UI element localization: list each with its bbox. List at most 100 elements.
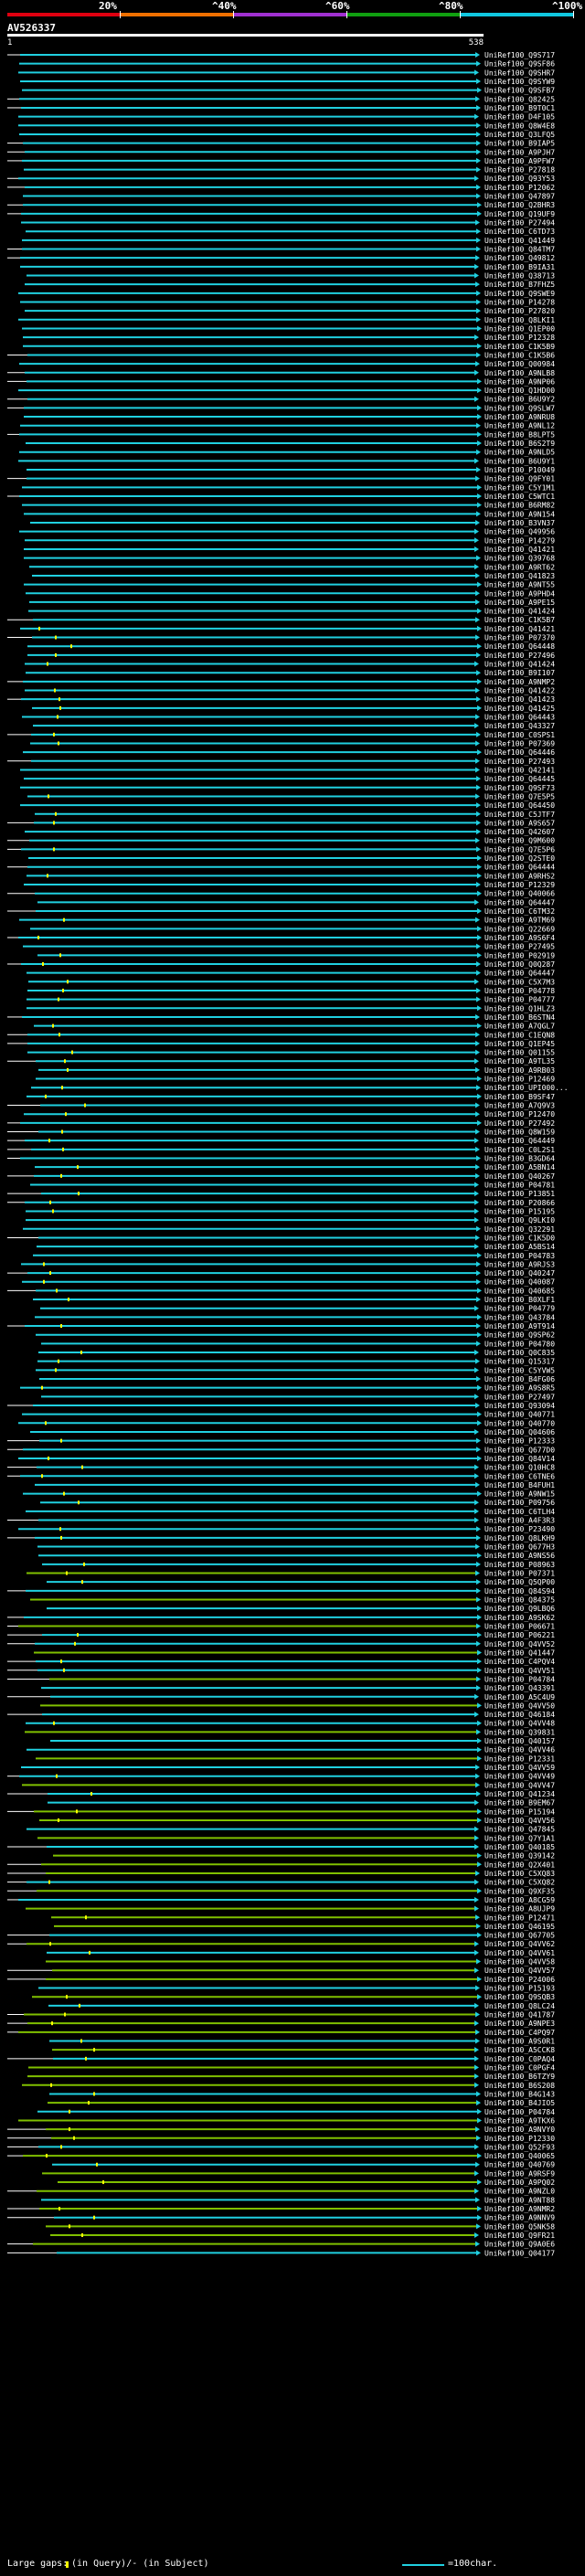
hit-label[interactable]: UniRef100_Q9SFB7	[484, 87, 555, 95]
hit-label[interactable]: UniRef100_Q15317	[484, 1358, 555, 1366]
hit-label[interactable]: UniRef100_Q22669	[484, 925, 555, 933]
hit-label[interactable]: UniRef100_Q64450	[484, 801, 555, 810]
hit-label[interactable]: UniRef100_Q00984	[484, 360, 555, 368]
hit-label[interactable]: UniRef100_Q9XF35	[484, 1887, 555, 1895]
hit-label[interactable]: UniRef100_A9NVY0	[484, 2125, 555, 2134]
hit-label[interactable]: UniRef100_A9N154	[484, 510, 555, 518]
hit-label[interactable]: UniRef100_A9NLB8	[484, 369, 555, 377]
hit-label[interactable]: UniRef100_Q47845	[484, 1826, 555, 1834]
hit-label[interactable]: UniRef100_P23490	[484, 1525, 555, 1533]
hit-label[interactable]: UniRef100_Q93Y53	[484, 175, 555, 183]
hit-label[interactable]: UniRef100_Q4VV50	[484, 1701, 555, 1710]
hit-label[interactable]: UniRef100_Q9SHR7	[484, 69, 555, 77]
hit-label[interactable]: UniRef100_P15194	[484, 1807, 555, 1816]
hit-label[interactable]: UniRef100_P24006	[484, 1976, 555, 1984]
hit-label[interactable]: UniRef100_A9RSF9	[484, 2169, 555, 2178]
hit-label[interactable]: UniRef100_Q43784	[484, 1313, 555, 1321]
hit-label[interactable]: UniRef100_Q64449	[484, 1137, 555, 1145]
hit-label[interactable]: UniRef100_P27494	[484, 219, 555, 228]
hit-label[interactable]: UniRef100_Q43391	[484, 1684, 555, 1692]
hit-label[interactable]: UniRef100_Q42141	[484, 766, 555, 774]
hit-label[interactable]: UniRef100_A9NL12	[484, 422, 555, 430]
hit-label[interactable]: UniRef100_B9T0C1	[484, 104, 555, 112]
hit-label[interactable]: UniRef100_Q84TM7	[484, 246, 555, 254]
hit-label[interactable]: UniRef100_B9IA31	[484, 263, 555, 271]
hit-label[interactable]: UniRef100_C5X7M3	[484, 978, 555, 986]
hit-label[interactable]: UniRef100_C4PQV4	[484, 1658, 555, 1666]
hit-label[interactable]: UniRef100_B6RM82	[484, 502, 555, 510]
hit-label[interactable]: UniRef100_Q32291	[484, 1225, 555, 1234]
hit-label[interactable]: UniRef100_Q4VV62	[484, 1940, 555, 1948]
hit-label[interactable]: UniRef100_P04777	[484, 996, 555, 1004]
hit-label[interactable]: UniRef100_Q46184	[484, 1711, 555, 1719]
hit-label[interactable]: UniRef100_A9RT62	[484, 563, 555, 571]
hit-label[interactable]: UniRef100_Q677H3	[484, 1543, 555, 1552]
hit-label[interactable]: UniRef100_Q9SYW9	[484, 78, 555, 86]
hit-label[interactable]: UniRef100_Q49812	[484, 254, 555, 262]
hit-label[interactable]: UniRef100_Q39831	[484, 1728, 555, 1736]
hit-label[interactable]: UniRef100_D4F105	[484, 113, 555, 122]
hit-label[interactable]: UniRef100_Q67705	[484, 1932, 555, 1940]
hit-label[interactable]: UniRef100_A4F3R3	[484, 1517, 555, 1525]
hit-label[interactable]: UniRef100_Q64445	[484, 775, 555, 783]
hit-label[interactable]: UniRef100_UPI000...	[484, 1084, 569, 1092]
hit-label[interactable]: UniRef100_Q4VV59	[484, 1764, 555, 1772]
hit-label[interactable]: UniRef100_A9PFW7	[484, 157, 555, 165]
hit-label[interactable]: UniRef100_Q8W159	[484, 1129, 555, 1137]
hit-label[interactable]: UniRef100_Q9SP62	[484, 1331, 555, 1340]
hit-label[interactable]: UniRef100_A5BN14	[484, 1163, 555, 1171]
hit-label[interactable]: UniRef100_P04778	[484, 987, 555, 995]
hit-label[interactable]: UniRef100_C0PAQ4	[484, 2055, 555, 2063]
hit-label[interactable]: UniRef100_Q9SWE9	[484, 290, 555, 298]
hit-label[interactable]: UniRef100_A9NMP2	[484, 678, 555, 686]
hit-label[interactable]: UniRef100_Q677D0	[484, 1446, 555, 1454]
hit-label[interactable]: UniRef100_P27492	[484, 1119, 555, 1128]
hit-label[interactable]: UniRef100_A9NPE3	[484, 2019, 555, 2028]
hit-label[interactable]: UniRef100_Q0Q287	[484, 960, 555, 969]
hit-label[interactable]: UniRef100_C5XQ83	[484, 1870, 555, 1878]
hit-label[interactable]: UniRef100_P04783	[484, 1252, 555, 1260]
hit-label[interactable]: UniRef100_Q64447	[484, 970, 555, 978]
hit-label[interactable]: UniRef100_Q4VV57	[484, 1966, 555, 1975]
hit-label[interactable]: UniRef100_A7Q9V3	[484, 1102, 555, 1110]
hit-label[interactable]: UniRef100_C1EQN8	[484, 1031, 555, 1039]
hit-label[interactable]: UniRef100_Q4VV58	[484, 1958, 555, 1966]
hit-label[interactable]: UniRef100_A7QGL7	[484, 1023, 555, 1031]
hit-label[interactable]: UniRef100_Q2STE0	[484, 854, 555, 863]
hit-label[interactable]: UniRef100_Q4VV49	[484, 1773, 555, 1781]
hit-label[interactable]: UniRef100_Q84375	[484, 1596, 555, 1605]
hit-label[interactable]: UniRef100_Q40066	[484, 890, 555, 898]
hit-label[interactable]: UniRef100_Q9FR21	[484, 2231, 555, 2240]
hit-label[interactable]: UniRef100_Q5QP00	[484, 1578, 555, 1586]
hit-label[interactable]: UniRef100_A9PHD4	[484, 589, 555, 598]
hit-label[interactable]: UniRef100_Q52F93	[484, 2143, 555, 2151]
hit-label[interactable]: UniRef100_A9NS56	[484, 1552, 555, 1560]
hit-label[interactable]: UniRef100_Q64448	[484, 642, 555, 651]
hit-label[interactable]: UniRef100_C6TLH4	[484, 1508, 555, 1516]
hit-label[interactable]: UniRef100_P27497	[484, 1393, 555, 1401]
hit-label[interactable]: UniRef100_Q4VV51	[484, 1667, 555, 1675]
hit-label[interactable]: UniRef100_Q1EP00	[484, 324, 555, 333]
hit-label[interactable]: UniRef100_Q0C835	[484, 1349, 555, 1357]
hit-label[interactable]: UniRef100_Q64444	[484, 864, 555, 872]
hit-label[interactable]: UniRef100_Q01155	[484, 1049, 555, 1057]
hit-label[interactable]: UniRef100_A9TL35	[484, 1057, 555, 1065]
hit-label[interactable]: UniRef100_Q38713	[484, 272, 555, 281]
hit-label[interactable]: UniRef100_P04780	[484, 1340, 555, 1348]
hit-label[interactable]: UniRef100_Q04177	[484, 2249, 555, 2257]
hit-label[interactable]: UniRef100_B6S2T9	[484, 440, 555, 448]
hit-label[interactable]: UniRef100_Q41424	[484, 608, 555, 616]
hit-label[interactable]: UniRef100_P14279	[484, 536, 555, 545]
hit-label[interactable]: UniRef100_P12471	[484, 1913, 555, 1922]
hit-label[interactable]: UniRef100_B3VN37	[484, 519, 555, 527]
hit-label[interactable]: UniRef100_A9S657	[484, 819, 555, 827]
hit-label[interactable]: UniRef100_Q10HC8	[484, 1464, 555, 1472]
hit-label[interactable]: UniRef100_C6TM32	[484, 907, 555, 916]
hit-label[interactable]: UniRef100_Q47897	[484, 193, 555, 201]
hit-label[interactable]: UniRef100_Q40769	[484, 2161, 555, 2169]
hit-label[interactable]: UniRef100_Q9A0E6	[484, 2241, 555, 2249]
hit-label[interactable]: UniRef100_A9TM69	[484, 917, 555, 925]
hit-label[interactable]: UniRef100_A9NT55	[484, 581, 555, 589]
hit-label[interactable]: UniRef100_Q40770	[484, 1419, 555, 1427]
hit-label[interactable]: UniRef100_Q2BHR3	[484, 201, 555, 209]
